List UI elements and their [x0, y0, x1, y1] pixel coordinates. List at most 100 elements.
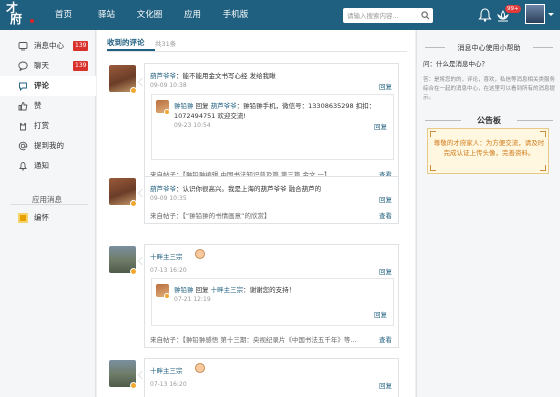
reply-box: 翀铅翀 回复 十畔主三宗：谢谢您的支持！ 07-21 12:19 回复	[151, 278, 394, 326]
reward-icon	[19, 122, 27, 131]
reply-box: 翀铅翀 回复 葫芦爷爷：翀铅翀手机，微信号：13308635298 扣扣：107…	[151, 94, 394, 160]
view-button[interactable]: 查看	[379, 334, 392, 344]
sidebar-item-label: 编怀	[34, 213, 49, 222]
help-answer: 答：是将您的的，评论，喜欢，私信等消息相关类服务综合在一起的消息中心，在这里可以…	[423, 77, 556, 101]
source-post-link[interactable]: 【翀铅翀感悟 第十三期：央视纪录片《中国书法五千年》等...	[183, 336, 357, 344]
sidebar-item-label: 赞	[34, 101, 42, 110]
sidebar-item-likes[interactable]: 赞	[0, 96, 96, 116]
sidebar-item-message-center[interactable]: 消息中心 139	[0, 36, 96, 56]
at-icon	[18, 141, 28, 151]
sidebar-item-notices[interactable]: 通知	[0, 156, 96, 176]
reply-button[interactable]: 回复	[379, 194, 392, 204]
comment-icon	[19, 82, 27, 91]
verified-badge-icon	[130, 200, 137, 207]
nav-culture-circle[interactable]: 文化圈	[128, 0, 171, 30]
source-post-line: 来自帖子：【翀铅翀感悟 第十三期：央视纪录片《中国书法五千年》等...	[150, 334, 357, 344]
site-logo[interactable]: 才 府	[6, 2, 36, 27]
chevron-down-icon[interactable]	[548, 13, 554, 16]
sidebar-item-label: 通知	[34, 161, 49, 170]
comment-time: 09-09 10:35	[150, 195, 187, 202]
sidebar: 消息中心 139 聊天 139 评论 赞 打赏 提到我的 通知 应用消息 编怀	[0, 30, 96, 397]
reply-word: 回复	[195, 102, 209, 110]
verified-badge-icon	[130, 87, 137, 94]
sidebar-item-mentions[interactable]: 提到我的	[0, 136, 96, 156]
comment-line: 十畔主三宗	[150, 365, 183, 375]
notification-badge: 99+	[505, 5, 521, 13]
reply-target-name[interactable]: 十畔主三宗	[211, 286, 244, 294]
sidebar-item-comments[interactable]: 评论	[0, 76, 96, 96]
search-input[interactable]	[347, 8, 417, 23]
sidebar-item-label: 提到我的	[34, 141, 64, 150]
notice-board: 尊敬的才府家人：为方便交流，请及时完成认证上传头像，完善资料。	[427, 128, 549, 174]
nav-apps[interactable]: 应用	[171, 0, 214, 30]
reply-time: 07-21 12:19	[174, 296, 211, 303]
comment-line: 葫芦爷爷：能不能用金文书写心经 发给我瞅	[150, 70, 276, 80]
nav-mobile[interactable]: 手机版	[214, 0, 257, 30]
frame-corner	[430, 165, 436, 171]
reply-button[interactable]: 回复	[379, 266, 392, 276]
comment-card: 十畔主三宗 07-13 16:20 回复	[144, 358, 399, 397]
commenter-name[interactable]: 十畔主三宗	[150, 253, 183, 261]
from-post-label: 来自帖子：	[150, 212, 183, 220]
section-divider	[10, 204, 88, 205]
bell-icon[interactable]	[478, 7, 492, 23]
tab-received-comments[interactable]: 收到的评论	[107, 37, 145, 48]
frame-corner	[540, 165, 546, 171]
replier-name[interactable]: 翀铅翀	[174, 286, 194, 294]
from-post-label: 来自帖子：	[150, 336, 183, 344]
search-icon[interactable]	[421, 11, 430, 20]
comment-text: ：能不能用金文书写心经 发给我瞅	[176, 72, 276, 80]
notice-text: 尊敬的才府家人：为方便交流，请及时完成认证上传头像，完善资料。	[433, 139, 545, 157]
reply-target-name[interactable]: 葫芦爷爷	[211, 102, 237, 110]
reply-button[interactable]: 回复	[379, 81, 392, 91]
sidebar-item-chat[interactable]: 聊天 139	[0, 56, 96, 76]
frame-corner	[430, 131, 436, 137]
sidebar-item-label: 评论	[34, 81, 49, 90]
nav-home[interactable]: 首页	[42, 0, 85, 30]
reply-button[interactable]: 回复	[374, 309, 387, 319]
comment-text: ：认识你很高兴。我是上海的葫芦爷爷 融合葫芦的	[176, 185, 322, 193]
verified-badge-icon	[130, 382, 137, 389]
comment-time: 07-13 16:20	[150, 381, 187, 388]
commenter-name[interactable]: 十畔主三宗	[150, 367, 183, 375]
top-navigation-bar: 才 府 首页 驿站 文化圈 应用 手机版 99+	[0, 0, 560, 30]
comment-total-count: 共31条	[155, 40, 177, 48]
replier-name[interactable]: 翀铅翀	[174, 102, 194, 110]
sidebar-item-app[interactable]: 编怀	[0, 208, 96, 228]
bell-icon	[19, 162, 27, 171]
title-divider-right	[533, 47, 553, 48]
header-divider	[107, 51, 407, 52]
help-question: 问：什么是消息中心？	[423, 60, 488, 68]
verified-badge-icon	[130, 268, 137, 275]
comment-time: 07-13 16:20	[150, 267, 187, 274]
logo-dot	[30, 19, 34, 23]
sidebar-item-reward[interactable]: 打赏	[0, 116, 96, 136]
comment-line: 葫芦爷爷：认识你很高兴。我是上海的葫芦爷爷 融合葫芦的	[150, 183, 321, 193]
reply-button[interactable]: 回复	[374, 121, 387, 131]
view-button[interactable]: 查看	[379, 210, 392, 220]
user-avatar[interactable]	[525, 4, 545, 24]
chat-icon	[18, 61, 28, 71]
reply-line: 翀铅翀 回复 十畔主三宗：谢谢您的支持！	[174, 284, 295, 294]
comment-line: 十畔主三宗	[150, 251, 183, 261]
reply-word: 回复	[195, 286, 209, 294]
verified-badge-icon	[164, 109, 170, 115]
comment-card: 葫芦爷爷：认识你很高兴。我是上海的葫芦爷爷 融合葫芦的 09-09 10:35 …	[144, 176, 399, 224]
message-center-icon	[18, 42, 28, 51]
help-title: 消息中心使用小帮助	[457, 44, 521, 52]
comment-time: 09-09 10:38	[150, 82, 187, 89]
verified-badge-icon	[164, 293, 170, 299]
comment-card: 十畔主三宗 07-13 16:20 回复 翀铅翀 回复 十畔主三宗：谢谢您的支持…	[144, 244, 399, 348]
source-post-link[interactable]: 【“翀铅翀的书情画意”的欣赏】	[183, 212, 271, 220]
emoji-face-icon	[195, 363, 205, 373]
source-post-line: 来自帖子：【“翀铅翀的书情画意”的欣赏】	[150, 210, 271, 220]
sidebar-item-label: 聊天	[34, 61, 49, 70]
commenter-name[interactable]: 葫芦爷爷	[150, 185, 176, 193]
frame-corner	[540, 131, 546, 137]
reply-time: 09-23 10:54	[174, 122, 211, 129]
reply-button[interactable]: 回复	[379, 380, 392, 390]
commenter-name[interactable]: 葫芦爷爷	[150, 72, 176, 80]
help-panel: 消息中心使用小帮助 问：什么是消息中心？ 答：是将您的的，评论，喜欢，私信等消息…	[416, 30, 560, 397]
nav-station[interactable]: 驿站	[85, 0, 128, 30]
emoji-face-icon	[195, 249, 205, 259]
